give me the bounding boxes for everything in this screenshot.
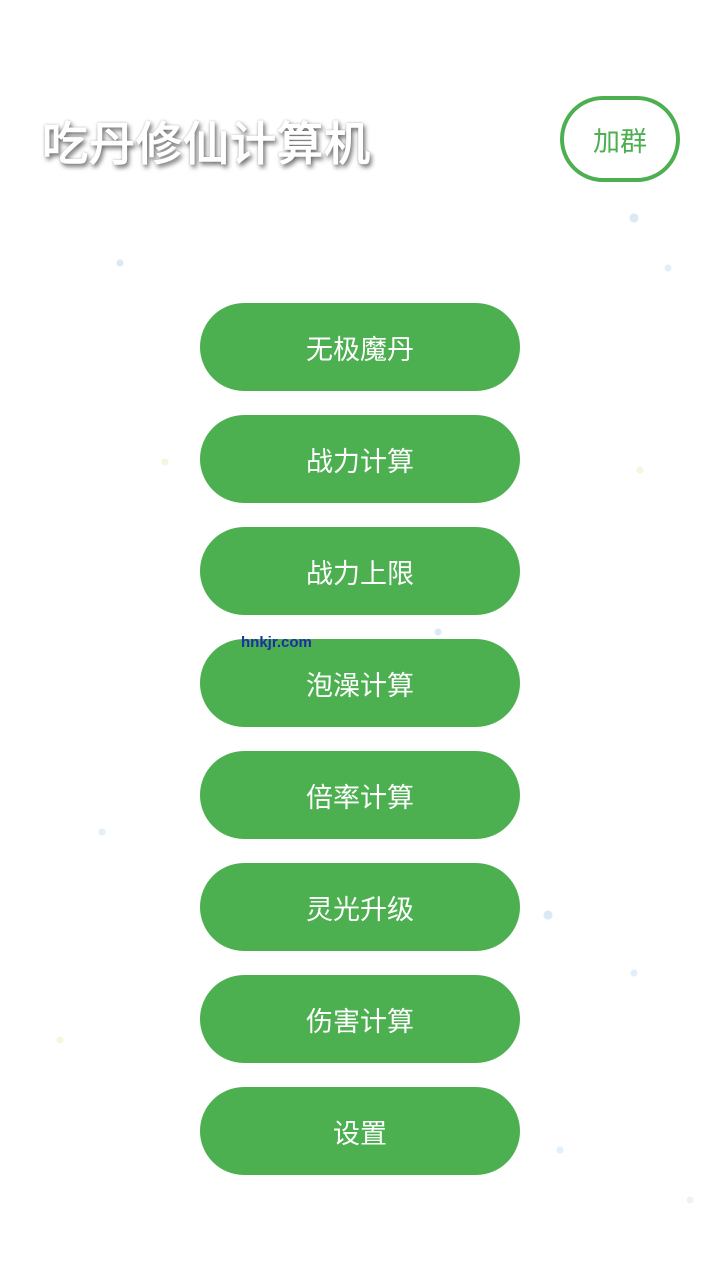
page-title: 吃丹修仙计算机 <box>42 117 371 171</box>
menu-button-bath-calc[interactable]: 泡澡计算 <box>200 639 520 727</box>
menu-button-aura-upgrade[interactable]: 灵光升级 <box>200 863 520 951</box>
main-menu: 无极魔丹 战力计算 战力上限 泡澡计算 倍率计算 灵光升级 伤害计算 设置 <box>200 303 520 1199</box>
menu-button-damage-calc[interactable]: 伤害计算 <box>200 975 520 1063</box>
menu-button-wuji-modan[interactable]: 无极魔丹 <box>200 303 520 391</box>
join-group-button[interactable]: 加群 <box>560 96 680 182</box>
menu-button-multiplier-calc[interactable]: 倍率计算 <box>200 751 520 839</box>
menu-button-combat-power[interactable]: 战力计算 <box>200 415 520 503</box>
watermark-text: hnkjr.com <box>241 634 312 651</box>
menu-button-power-cap[interactable]: 战力上限 <box>200 527 520 615</box>
app-screen: 吃丹修仙计算机 加群 无极魔丹 战力计算 战力上限 泡澡计算 倍率计算 灵光升级… <box>0 0 720 1280</box>
menu-button-settings[interactable]: 设置 <box>200 1087 520 1175</box>
